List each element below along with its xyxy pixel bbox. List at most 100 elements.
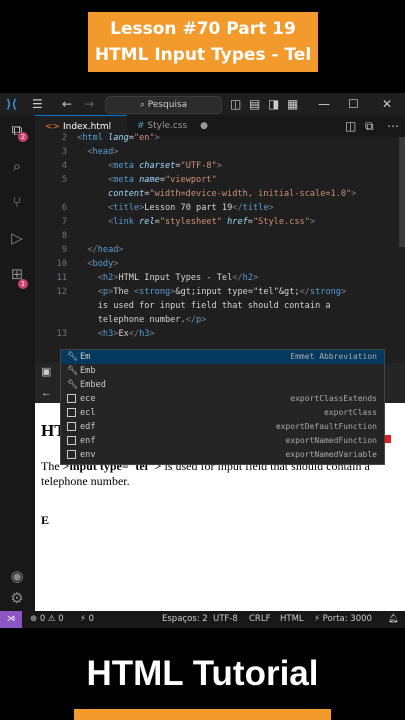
code-token: name xyxy=(133,175,160,185)
code-line[interactable]: telephone number.</p> xyxy=(35,313,207,327)
preview-tab-icon: ▣ xyxy=(41,366,52,378)
unsaved-dot-icon[interactable]: ● xyxy=(200,121,208,131)
lesson-banner: Lesson #70 Part 19 HTML Input Types - Te… xyxy=(88,12,318,72)
layout-icon[interactable]: ▦ xyxy=(287,97,298,111)
title-bar: ⟩⟨ ☰ ← → ⌕ Pesquisa ◫ ▤ ◨ ▦ — ☐ ✕ xyxy=(0,93,405,115)
code-line[interactable]: 13 <h3>Ex</h3> xyxy=(35,327,155,341)
autocomplete-widget[interactable]: 🔧︎ Em Emmet Abbreviation 🔧︎ Emb 🔧︎ Embed ece exp… xyxy=(60,349,385,465)
live-server-port[interactable]: ⚡ Porta: 3000 xyxy=(314,611,372,628)
suggestion-label: Embed xyxy=(80,380,106,390)
command-search[interactable]: ⌕ Pesquisa xyxy=(105,96,222,114)
banner-line-2: HTML Input Types - Tel xyxy=(94,45,312,65)
suggestion-label: ece xyxy=(80,394,96,404)
extensions-badge: 1 xyxy=(18,279,28,289)
code-editor[interactable]: 2 <html lang="en"> 3 <head> 4 <meta charset… xyxy=(35,133,405,357)
vscode-window: ⟩⟨ ☰ ← → ⌕ Pesquisa ◫ ▤ ◨ ▦ — ☐ ✕ ⧉ 2 ⌕ … xyxy=(0,93,405,628)
split-editor-icon[interactable]: ◫ xyxy=(345,119,356,133)
code-token: HTML Input Types - Tel xyxy=(118,273,233,283)
code-line[interactable]: 10 <body> xyxy=(35,257,119,271)
code-token: html xyxy=(82,133,103,143)
code-token: "en" xyxy=(133,133,155,143)
code-token: > xyxy=(113,147,119,157)
settings-gear-icon[interactable]: ⚙ xyxy=(8,589,26,607)
code-line[interactable]: content="width=device-width, initial-sca… xyxy=(35,187,356,201)
toggle-panel-icon[interactable]: ▤ xyxy=(249,97,260,111)
suggestion-item[interactable]: 🔧︎ Emb xyxy=(61,364,384,378)
close-window-icon[interactable]: ✕ xyxy=(382,97,392,111)
suggestion-item[interactable]: env exportNamedVariable xyxy=(61,448,384,462)
code-token: h2 xyxy=(242,273,253,283)
more-actions-icon[interactable]: ⋯ xyxy=(387,119,399,133)
forward-arrow-icon[interactable]: → xyxy=(84,97,94,111)
toggle-sidebar-icon[interactable]: ◫ xyxy=(230,97,241,111)
code-line[interactable]: 5 <meta name="viewport" xyxy=(35,173,217,187)
suggestion-item[interactable]: enf exportNamedFunction xyxy=(61,434,384,448)
code-token: &gt;input type="tel"&gt; xyxy=(175,287,300,297)
code-token: strong xyxy=(139,287,171,297)
end-of-line[interactable]: CRLF xyxy=(249,611,270,628)
vscode-logo-icon: ⟩⟨ xyxy=(6,97,17,111)
code-token: > xyxy=(201,315,207,325)
suggestion-label: ecl xyxy=(80,408,96,418)
code-token: "Style.css" xyxy=(252,217,310,227)
encoding[interactable]: UTF-8 xyxy=(213,611,238,628)
ports-count[interactable]: ⚡ 0 xyxy=(80,611,94,628)
explorer-badge: 2 xyxy=(18,132,28,142)
code-line[interactable]: 9 </head> xyxy=(35,243,124,257)
code-token: Lesson 70 part 19 xyxy=(144,203,233,213)
open-preview-icon[interactable]: ⧉ xyxy=(365,119,374,133)
code-line[interactable]: 2 <html lang="en"> xyxy=(35,131,160,145)
back-arrow-icon[interactable]: ← xyxy=(62,97,72,111)
suggestion-item[interactable]: ece exportClassExtends xyxy=(61,392,384,406)
remote-icon[interactable]: ⋊ xyxy=(0,611,22,628)
code-token: head xyxy=(97,245,119,255)
tab-label: Style.css xyxy=(147,121,188,131)
editor-scrollbar[interactable] xyxy=(399,137,405,247)
suggestion-item[interactable]: ecl exportClass xyxy=(61,406,384,420)
footer-accent-bar xyxy=(74,709,331,720)
notifications-bell-icon[interactable]: 🔔︎ xyxy=(388,611,399,628)
suggestion-item[interactable]: 🔧︎ Embed xyxy=(61,378,384,392)
minimize-icon[interactable]: — xyxy=(318,97,330,111)
language-mode[interactable]: HTML xyxy=(280,611,304,628)
code-token: content xyxy=(108,189,145,199)
code-line[interactable]: 11 <h2>HTML Input Types - Tel</h2> xyxy=(35,271,259,285)
suggestion-label: env xyxy=(80,450,96,460)
code-token: "stylesheet" xyxy=(159,217,222,227)
code-line[interactable]: 3 <head> xyxy=(35,145,119,159)
code-token: Ex xyxy=(118,329,129,339)
maximize-icon[interactable]: ☐ xyxy=(348,97,359,111)
code-line[interactable]: 7 <link rel="stylesheet" href="Style.css… xyxy=(35,215,315,229)
search-icon: ⌕ xyxy=(139,100,148,110)
code-token: > xyxy=(154,133,160,143)
code-line[interactable]: 4 <meta charset="UTF-8"> xyxy=(35,159,222,173)
run-debug-icon[interactable]: ▷ xyxy=(8,229,26,247)
account-icon[interactable]: ◉ xyxy=(8,567,26,585)
line-number: 13 xyxy=(56,329,67,339)
search-view-icon[interactable]: ⌕ xyxy=(8,157,26,175)
suggestion-detail: exportNamedFunction xyxy=(285,436,377,445)
css-file-icon: # xyxy=(137,121,145,131)
code-line[interactable]: 8 xyxy=(35,229,77,243)
code-token: title xyxy=(113,203,140,213)
wrench-icon: 🔧︎ xyxy=(67,352,79,362)
code-token: </ xyxy=(299,287,310,297)
code-token: is used for input field that should cont… xyxy=(77,301,331,311)
code-line[interactable]: 12 <p>The <strong>&gt;input type="tel"&g… xyxy=(35,285,347,299)
suggestion-item[interactable]: 🔧︎ Em Emmet Abbreviation xyxy=(61,350,384,364)
toggle-secondary-sidebar-icon[interactable]: ◨ xyxy=(268,97,279,111)
code-token: link xyxy=(113,217,134,227)
source-control-icon[interactable]: ⑂ xyxy=(8,193,26,211)
suggestion-item[interactable]: edf exportDefaultFunction xyxy=(61,420,384,434)
activity-bar: ⧉ 2 ⌕ ⑂ ▷ ⊞ 1 ◉ ⚙ xyxy=(0,115,35,611)
indentation[interactable]: Espaços: 2 xyxy=(162,611,208,628)
preview-back-icon[interactable]: ← xyxy=(41,387,52,399)
problems-count[interactable]: ⊗ 0 ⚠ 0 xyxy=(30,611,64,628)
footer-title: HTML Tutorial xyxy=(86,654,319,693)
menu-icon[interactable]: ☰ xyxy=(32,97,43,111)
code-line[interactable]: is used for input field that should cont… xyxy=(35,299,331,313)
code-line[interactable]: 6 <title>Lesson 70 part 19</title> xyxy=(35,201,274,215)
